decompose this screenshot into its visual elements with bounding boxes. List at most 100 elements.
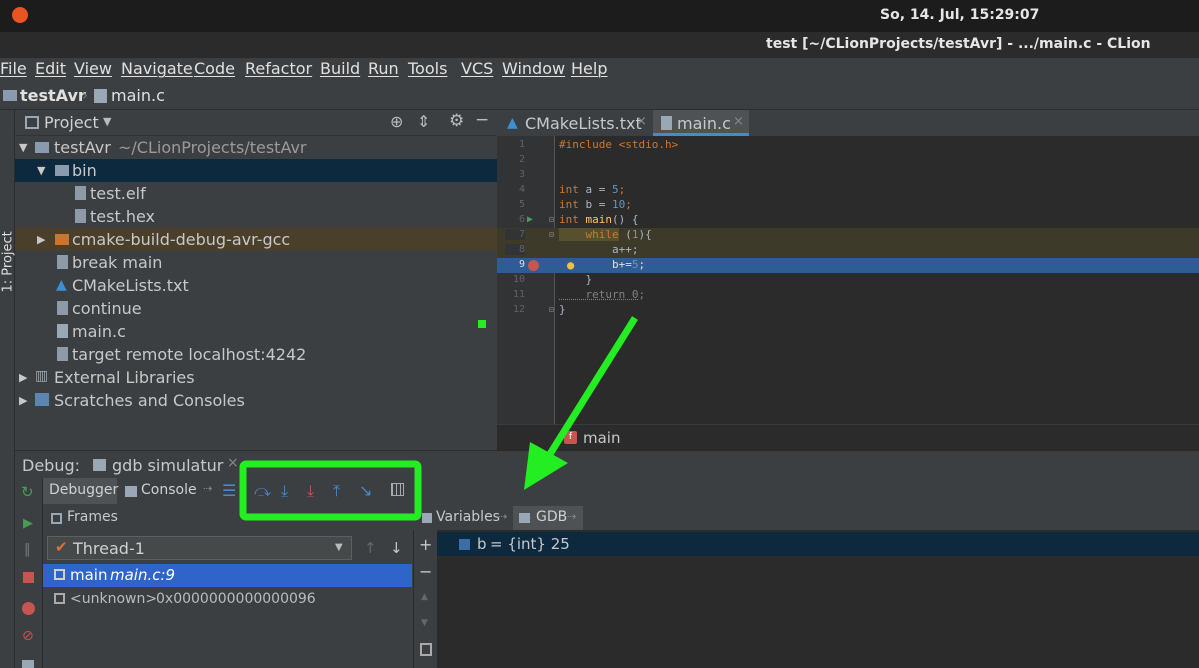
frame-row[interactable]: <unknown> 0x0000000000000096	[43, 588, 412, 611]
step-over-icon[interactable]: ⤼	[254, 481, 271, 501]
tree-item-scratches[interactable]: ▶ Scratches and Consoles	[15, 389, 497, 412]
tab-variables[interactable]: Variables	[436, 509, 500, 525]
tree-item-main-c[interactable]: main.c	[15, 320, 497, 343]
system-clock[interactable]: So, 14. Jul, 15:29:07	[880, 7, 1039, 23]
code-line[interactable]: 12 ⊟}	[497, 303, 1199, 318]
line-number: 3	[518, 169, 525, 180]
tree-item-continue[interactable]: continue	[15, 297, 497, 320]
tree-item-cmake-build[interactable]: ▶ cmake-build-debug-avr-gcc	[15, 228, 497, 251]
code-line[interactable]: 8 a++;	[497, 243, 1199, 258]
chevron-right-icon[interactable]: ▶	[19, 371, 27, 384]
menu-file[interactable]: File	[0, 59, 27, 78]
pin-icon[interactable]: ⇢	[567, 510, 576, 523]
menu-window[interactable]: Window	[502, 59, 565, 78]
function-crumb-label[interactable]: main	[583, 429, 620, 447]
view-breakpoints-icon[interactable]	[22, 602, 35, 615]
chevron-right-icon[interactable]: ▶	[19, 394, 27, 407]
menu-edit[interactable]: Edit	[35, 59, 66, 78]
remove-watch-icon[interactable]: −	[419, 562, 432, 581]
menu-code[interactable]: Code	[194, 59, 235, 78]
tree-item-cmakelists[interactable]: ▲ CMakeLists.txt	[15, 274, 497, 297]
side-tab-project[interactable]: 1: Project	[1, 213, 16, 292]
frame-down-icon[interactable]: ↓	[390, 539, 403, 557]
code-line-current[interactable]: 9 ● b+=5;	[497, 258, 1199, 273]
close-icon[interactable]: ×	[636, 114, 647, 129]
step-into-icon[interactable]: ⤓	[281, 481, 288, 501]
step-out-icon[interactable]: ⤒	[333, 481, 340, 501]
code-line[interactable]: 1 #include <stdio.h>	[497, 138, 1199, 153]
menu-build[interactable]: Build	[320, 59, 360, 78]
menu-run[interactable]: Run	[368, 59, 399, 78]
run-icon[interactable]: ▶	[527, 214, 533, 225]
ubuntu-logo-icon[interactable]	[12, 7, 28, 23]
tab-gdb[interactable]: GDB ⇢	[513, 506, 583, 530]
move-up-icon[interactable]: ▲	[421, 592, 428, 602]
menu-tools[interactable]: Tools	[408, 59, 447, 78]
fold-icon[interactable]: ⊟	[549, 230, 554, 239]
fold-icon[interactable]: ⊟	[549, 305, 554, 314]
project-panel-title[interactable]: Project	[44, 113, 99, 132]
layout-icon[interactable]	[22, 660, 34, 668]
code-line[interactable]: 3	[497, 168, 1199, 183]
tree-item-target-remote[interactable]: target remote localhost:4242	[15, 343, 497, 366]
chevron-down-icon[interactable]: ▼	[19, 141, 27, 154]
fold-icon[interactable]: ⊟	[549, 215, 554, 224]
chevron-right-icon[interactable]: ▶	[37, 233, 45, 246]
move-down-icon[interactable]: ▼	[421, 618, 428, 628]
chevron-down-icon[interactable]: ▼	[103, 115, 111, 128]
close-icon[interactable]: ×	[733, 114, 744, 129]
tree-item-test-hex[interactable]: test.hex	[15, 205, 497, 228]
code-line[interactable]: 10 }	[497, 273, 1199, 288]
tab-main-c[interactable]: main.c ×	[653, 110, 749, 136]
evaluate-expression-icon[interactable]	[391, 483, 404, 496]
tab-debugger[interactable]: Debugger	[43, 478, 118, 504]
pin-icon[interactable]: ⇢	[203, 482, 212, 495]
thread-select[interactable]: ✔ Thread-1 ▼	[47, 536, 352, 560]
code-line[interactable]: 7 ⊟ while (1){	[497, 228, 1199, 243]
breadcrumb-project[interactable]: testAvr	[20, 86, 86, 105]
minimize-icon[interactable]: −	[475, 110, 489, 130]
tab-cmakelists[interactable]: ▲ CMakeLists.txt ×	[497, 110, 652, 136]
tab-console[interactable]: Console ⇢	[121, 478, 217, 504]
collapse-icon[interactable]: ⇕	[417, 112, 430, 131]
force-step-into-icon[interactable]: ⤓	[307, 481, 314, 501]
mute-breakpoints-icon[interactable]: ⊘	[22, 628, 34, 644]
tree-item-break-main[interactable]: break main	[15, 251, 497, 274]
code-line[interactable]: 2	[497, 153, 1199, 168]
menu-view[interactable]: View	[74, 59, 112, 78]
gear-icon[interactable]: ⚙	[449, 111, 464, 131]
breakpoint-icon[interactable]	[528, 260, 539, 271]
close-icon[interactable]: ×	[227, 455, 239, 471]
variable-row[interactable]: b = {int} 25	[437, 532, 1199, 556]
menu-help[interactable]: Help	[571, 59, 607, 78]
copy-icon[interactable]	[420, 643, 432, 656]
pin-icon[interactable]: ⇢	[498, 510, 507, 523]
menu-refactor[interactable]: Refactor	[245, 59, 312, 78]
code-line[interactable]: 5 int b = 10;	[497, 198, 1199, 213]
run-to-cursor-icon[interactable]: ↘	[359, 481, 372, 500]
resume-icon[interactable]: ▶	[23, 516, 33, 531]
add-watch-icon[interactable]: +	[419, 535, 432, 554]
debug-config-tab[interactable]: gdb simulatur	[112, 456, 223, 475]
rerun-icon[interactable]: ↻	[21, 483, 34, 501]
code-line[interactable]: 4 int a = 5;	[497, 183, 1199, 198]
stop-icon[interactable]	[23, 572, 34, 583]
code-line[interactable]: 11 return 0;	[497, 288, 1199, 303]
chevron-down-icon[interactable]: ▼	[335, 542, 343, 553]
frame-up-icon[interactable]: ↑	[364, 539, 377, 557]
menu-navigate[interactable]: Navigate	[121, 59, 193, 78]
chevron-down-icon[interactable]: ▼	[37, 164, 45, 177]
show-execution-point-icon[interactable]: ☰	[222, 481, 236, 500]
tree-item-test-elf[interactable]: test.elf	[15, 182, 497, 205]
frame-row-selected[interactable]: main main.c:9	[43, 564, 412, 587]
tree-item-bin[interactable]: ▼ bin	[15, 159, 497, 182]
code-token: (	[618, 228, 632, 241]
locate-icon[interactable]: ⊕	[390, 112, 403, 131]
pause-icon[interactable]: ‖	[24, 542, 31, 557]
breadcrumb-file[interactable]: main.c	[111, 86, 165, 105]
tree-item-testavr[interactable]: ▼ testAvr ~/CLionProjects/testAvr	[15, 136, 497, 159]
tree-item-external-libraries[interactable]: ▶ ▥ External Libraries	[15, 366, 497, 389]
code-line[interactable]: 6 ▶ ⊟ int main() {	[497, 213, 1199, 228]
cmake-icon: ▲	[56, 277, 67, 293]
menu-vcs[interactable]: VCS	[461, 59, 493, 78]
